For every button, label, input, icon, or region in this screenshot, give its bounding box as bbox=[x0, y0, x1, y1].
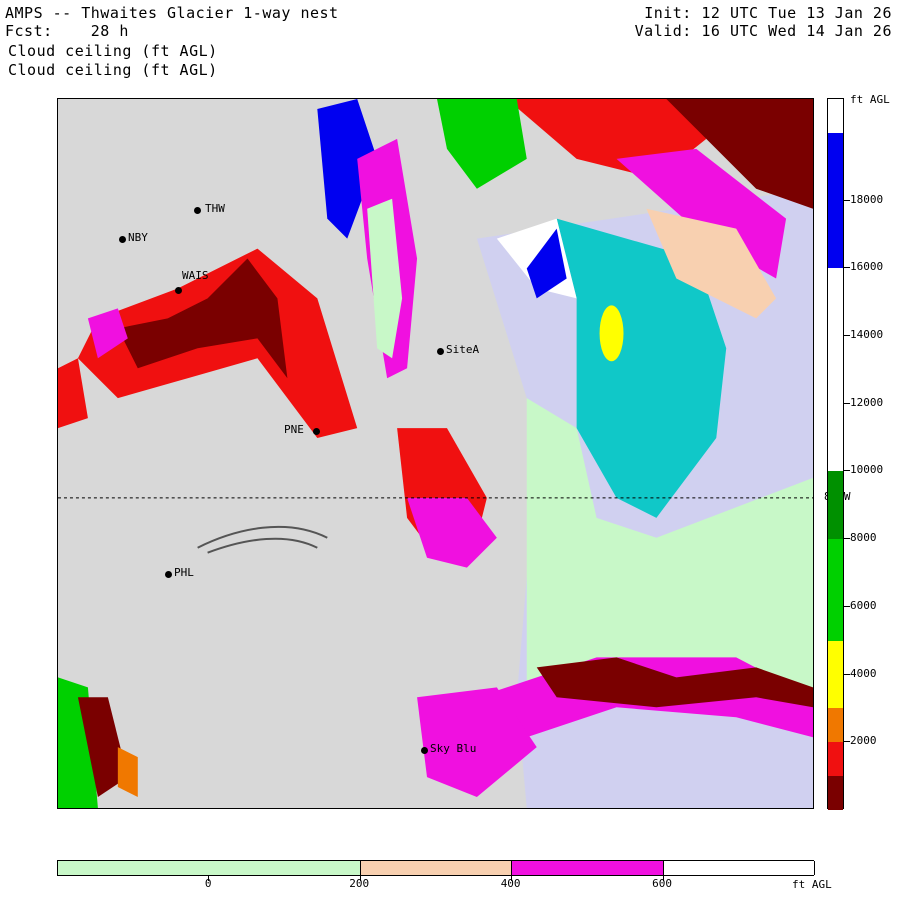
colorbar-tick-label: 12000 bbox=[850, 395, 884, 409]
colorbar-tick-label: 400 bbox=[500, 877, 521, 890]
colorbar-tick-label: 14000 bbox=[850, 328, 884, 341]
map-title: AMPS -- Thwaites Glacier 1-way nest bbox=[5, 4, 339, 22]
station-label: PHL bbox=[174, 566, 194, 579]
colorbar-band bbox=[663, 861, 815, 875]
station-label: SiteA bbox=[446, 343, 480, 356]
colorbar-band bbox=[828, 708, 843, 743]
station-label: PNE bbox=[284, 423, 304, 436]
colorbar-band bbox=[360, 861, 513, 875]
colorbar-band bbox=[828, 268, 843, 472]
horizontal-colorbar bbox=[57, 860, 815, 876]
colorbar-tick-label: 0 bbox=[204, 877, 212, 890]
forecast-hour: Fcst: 28 h bbox=[5, 22, 129, 40]
vertical-colorbar-unit: ft AGL bbox=[850, 93, 890, 106]
station-label: WAIS bbox=[182, 269, 209, 282]
cloud-ceiling-map bbox=[57, 98, 814, 809]
variable-label-1: Cloud ceiling (ft AGL) bbox=[8, 42, 218, 60]
colorbar-tick-label: 10000 bbox=[850, 463, 884, 477]
variable-label-2: Cloud ceiling (ft AGL) bbox=[8, 61, 218, 79]
station-dot-icon bbox=[194, 207, 201, 214]
colorbar-tick-label: 4000 bbox=[850, 666, 877, 680]
colorbar-tick-label: 6000 bbox=[850, 598, 877, 612]
colorbar-band bbox=[828, 776, 843, 810]
station-label: NBY bbox=[128, 231, 148, 244]
station-dot-icon bbox=[421, 747, 428, 754]
init-time: Init: 12 UTC Tue 13 Jan 26 bbox=[644, 4, 892, 22]
colorbar-tick-label: 16000 bbox=[850, 260, 884, 274]
colorbar-band bbox=[828, 471, 843, 540]
station-dot-icon bbox=[175, 287, 182, 294]
vertical-colorbar bbox=[827, 98, 844, 810]
colorbar-band bbox=[828, 132, 843, 269]
colorbar-band bbox=[58, 861, 361, 875]
station-label: THW bbox=[205, 202, 225, 215]
colorbar-tick-label: 8000 bbox=[850, 531, 877, 545]
colorbar-tick-label: 600 bbox=[652, 877, 672, 890]
station-dot-icon bbox=[313, 428, 320, 435]
colorbar-band bbox=[828, 99, 843, 133]
valid-time: Valid: 16 UTC Wed 14 Jan 26 bbox=[634, 22, 892, 40]
station-dot-icon bbox=[119, 236, 126, 243]
colorbar-band bbox=[828, 640, 843, 709]
colorbar-tick-label: 2000 bbox=[850, 734, 877, 748]
station-dot-icon bbox=[437, 348, 444, 355]
station-dot-icon bbox=[165, 571, 172, 578]
colorbar-band bbox=[512, 861, 664, 875]
colorbar-tick-label: 200 bbox=[349, 877, 370, 890]
colorbar-band bbox=[828, 742, 843, 777]
horizontal-colorbar-unit: ft AGL bbox=[792, 878, 832, 891]
colorbar-band bbox=[828, 539, 843, 641]
region-yellow-spot bbox=[599, 305, 624, 362]
station-label: Sky Blu bbox=[430, 742, 477, 755]
colorbar-tick-label: 18000 bbox=[850, 192, 884, 206]
